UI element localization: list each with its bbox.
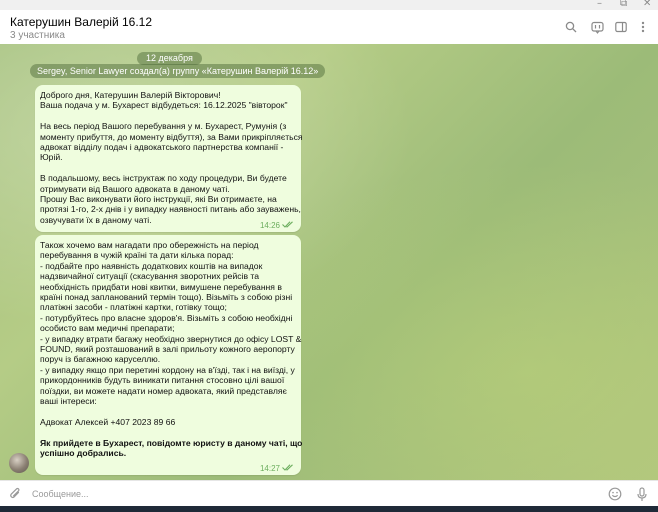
message-line: прикордонників будуть виникати питання с… bbox=[40, 375, 285, 386]
message-line: FOUND, який розташований в залі прильоту… bbox=[40, 344, 295, 354]
message-bubble[interactable]: Також хочемо вам нагадати про обережніст… bbox=[35, 235, 303, 475]
message-line: озвучувати їх в даному чаті. bbox=[40, 214, 152, 225]
message-line: - у випадку втрати багажу необхідно звер… bbox=[40, 333, 302, 344]
message-line: - потурбуйтесь про власне здоров'я. Візь… bbox=[40, 312, 293, 323]
close-window-button[interactable]: ✕ bbox=[643, 0, 651, 9]
message-line: країні понад запланований термін тощо). … bbox=[40, 292, 293, 302]
message-line: перебування в чужій країні та дати кільк… bbox=[40, 250, 234, 261]
message-line: необхідність придбати нові квитки, вимуш… bbox=[40, 281, 282, 292]
message-line: Адвокат Алексей +407 2023 89 66 bbox=[40, 416, 176, 427]
message-time: 14:26 bbox=[259, 221, 280, 230]
message-line: поїздки, ви можете надати номер адвоката… bbox=[40, 385, 287, 396]
avatar[interactable] bbox=[9, 453, 29, 473]
message-line: платіжні засоби - платіжні картки, готів… bbox=[40, 302, 227, 313]
chat-title[interactable]: Катерушин Валерій 16.12 bbox=[10, 15, 152, 29]
live-stream-icon[interactable] bbox=[589, 19, 605, 35]
double-check-icon bbox=[282, 221, 294, 230]
message-line: ваші інтереси: bbox=[40, 396, 97, 406]
message-line: отримувати від Вашого адвоката в даному … bbox=[40, 183, 230, 194]
attach-icon[interactable] bbox=[7, 486, 23, 502]
minimize-button[interactable]: – bbox=[597, 0, 602, 9]
microphone-icon[interactable] bbox=[634, 486, 650, 502]
os-taskbar bbox=[0, 506, 658, 512]
emoji-icon[interactable] bbox=[607, 486, 623, 502]
message-line: успішно добрались. bbox=[40, 448, 127, 458]
message-line: В подальшому, весь інструктаж по ходу пр… bbox=[40, 173, 287, 184]
message-input[interactable] bbox=[32, 487, 592, 501]
message-line: Також хочемо вам нагадати про обережніст… bbox=[40, 240, 259, 250]
maximize-button[interactable]: ⧉ bbox=[620, 0, 627, 9]
message-line: Юрій. bbox=[40, 152, 63, 163]
message-line: протязі 1-го, 2-х днів і у випадку наявн… bbox=[40, 204, 301, 215]
message-composer bbox=[0, 480, 658, 507]
search-icon[interactable] bbox=[563, 19, 579, 35]
message-meta: 14:27 bbox=[260, 464, 294, 473]
message-line: моменту прибуття, до моменту відбуття), … bbox=[40, 131, 303, 142]
message-line: поруч із багажною каруселлю. bbox=[40, 354, 161, 365]
message-line: - подбайте про наявність додаткових кошт… bbox=[40, 260, 263, 271]
message-line: Доброго дня, Катерушин Валерій Вікторови… bbox=[40, 90, 221, 100]
message-meta: 14:26 bbox=[260, 221, 294, 230]
double-check-icon bbox=[282, 464, 294, 473]
message-area[interactable]: 12 декабря Sergey, Senior Lawyer создал(… bbox=[0, 44, 658, 480]
more-vertical-icon[interactable] bbox=[635, 19, 651, 35]
message-line: Прошу Вас виконувати його інструкції, як… bbox=[40, 194, 277, 204]
message-line: Як прийдете в Бухарест, повідомте юристу… bbox=[40, 437, 303, 448]
chat-header[interactable]: Катерушин Валерій 16.12 3 участника bbox=[0, 10, 658, 45]
message-line: надзвичайної ситуації (скасування зворот… bbox=[40, 271, 260, 282]
message-line: Ваша подача у м. Бухарест відбудеться: 1… bbox=[40, 100, 288, 111]
member-count[interactable]: 3 участника bbox=[10, 30, 65, 41]
message-bubble[interactable]: Доброго дня, Катерушин Валерій Вікторови… bbox=[35, 85, 303, 232]
message-time: 14:27 bbox=[259, 464, 280, 473]
message-line: адвокат відділу подач і адвокатського па… bbox=[40, 142, 284, 152]
sidebar-panel-icon[interactable] bbox=[613, 19, 629, 35]
message-line: особисто вам медичні препарати; bbox=[40, 323, 175, 334]
message-line: - у випадку якщо при перетині кордону на… bbox=[40, 364, 295, 375]
window-titlebar: – ⧉ ✕ bbox=[0, 0, 658, 10]
message-line: На весь період Вашого перебування у м. Б… bbox=[40, 121, 287, 132]
service-message: Sergey, Senior Lawyer создал(а) группу «… bbox=[30, 64, 326, 78]
